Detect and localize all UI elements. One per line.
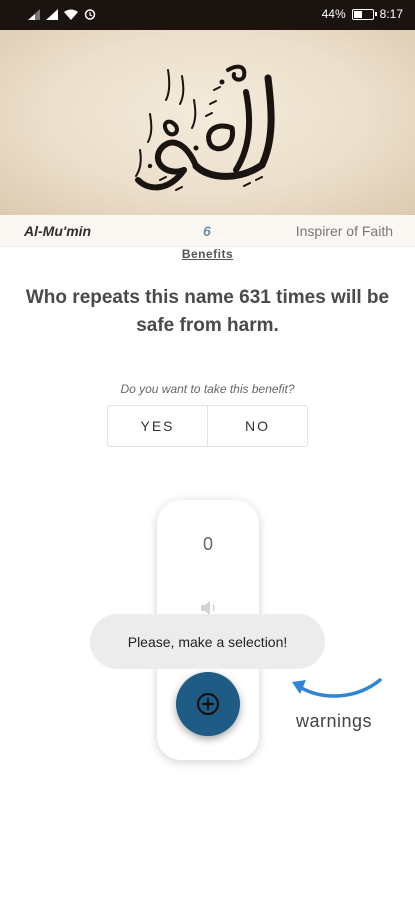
no-button[interactable]: NO: [207, 406, 307, 446]
battery-fill: [353, 10, 363, 18]
plus-circle-icon: [196, 692, 220, 716]
name-number: 6: [203, 223, 211, 239]
calligraphy-image: [135, 64, 275, 191]
signal-icon: [46, 8, 58, 20]
curved-arrow-icon: [292, 678, 382, 698]
benefit-description: Who repeats this name 631 times will be …: [25, 287, 390, 336]
name-row: Al-Mu'min 6 Inspirer of Faith: [0, 215, 415, 247]
selection-toast: Please, make a selection!: [90, 614, 325, 669]
add-count-button[interactable]: [176, 672, 240, 736]
warnings-label: warnings: [296, 711, 373, 731]
status-right: 44% 8:17: [322, 7, 403, 21]
name-meaning: Inspirer of Faith: [295, 223, 393, 239]
status-left-icons: [28, 8, 96, 20]
benefit-question: Do you want to take this benefit?: [120, 382, 295, 396]
wifi-icon: [64, 9, 78, 20]
status-bar: 44% 8:17: [0, 0, 415, 30]
benefits-link[interactable]: Benefits: [182, 247, 233, 261]
signal-icon: [28, 8, 40, 20]
alarm-icon: [84, 9, 96, 20]
counter-value: 0: [202, 534, 213, 554]
calligraphy-header: [0, 30, 415, 215]
benefits-section: Benefits: [0, 247, 415, 261]
yes-button[interactable]: YES: [108, 406, 207, 446]
battery-icon: [351, 8, 377, 20]
clock: 8:17: [379, 7, 403, 21]
battery-percent: 44%: [321, 7, 346, 21]
name-transliteration: Al-Mu'min: [24, 223, 92, 239]
choice-group: YES NO: [107, 405, 308, 447]
